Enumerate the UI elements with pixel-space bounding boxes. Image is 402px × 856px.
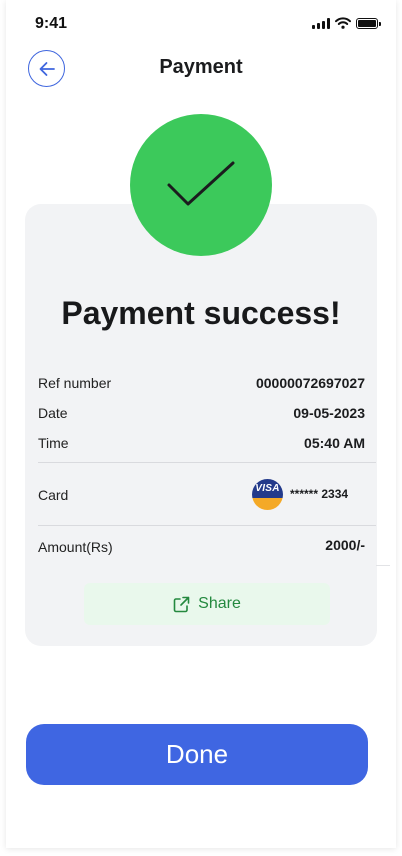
- ref-number-value: 00000072697027: [255, 375, 365, 391]
- share-icon: [173, 596, 190, 612]
- battery-icon: [356, 17, 381, 29]
- payment-details-card: [25, 204, 377, 646]
- ref-number-label: Ref number: [38, 375, 112, 391]
- status-icons: [312, 17, 381, 29]
- share-button[interactable]: Share: [84, 583, 330, 625]
- amount-label: Amount(Rs): [38, 539, 113, 555]
- wifi-icon: [335, 17, 351, 29]
- amount-value: 2000/-: [325, 537, 365, 553]
- share-label: Share: [198, 595, 241, 612]
- divider: [38, 462, 376, 463]
- time-label: Time: [38, 435, 69, 451]
- time-value: 05:40 AM: [304, 435, 365, 451]
- divider: [38, 525, 376, 526]
- status-time: 9:41: [35, 15, 68, 32]
- checkmark-icon: [167, 161, 235, 206]
- done-button[interactable]: Done: [26, 724, 368, 785]
- signal-icon: [312, 17, 330, 29]
- card-number: ****** 2334: [290, 487, 349, 501]
- success-title: Payment success!: [61, 295, 341, 331]
- date-label: Date: [38, 405, 68, 421]
- page-title: Payment: [159, 56, 243, 78]
- visa-icon: VISA: [252, 479, 283, 510]
- done-label: Done: [165, 739, 229, 769]
- divider-stub: [376, 565, 390, 566]
- date-value: 09-05-2023: [293, 405, 365, 421]
- card-label: Card: [38, 487, 69, 503]
- success-badge: [130, 114, 272, 256]
